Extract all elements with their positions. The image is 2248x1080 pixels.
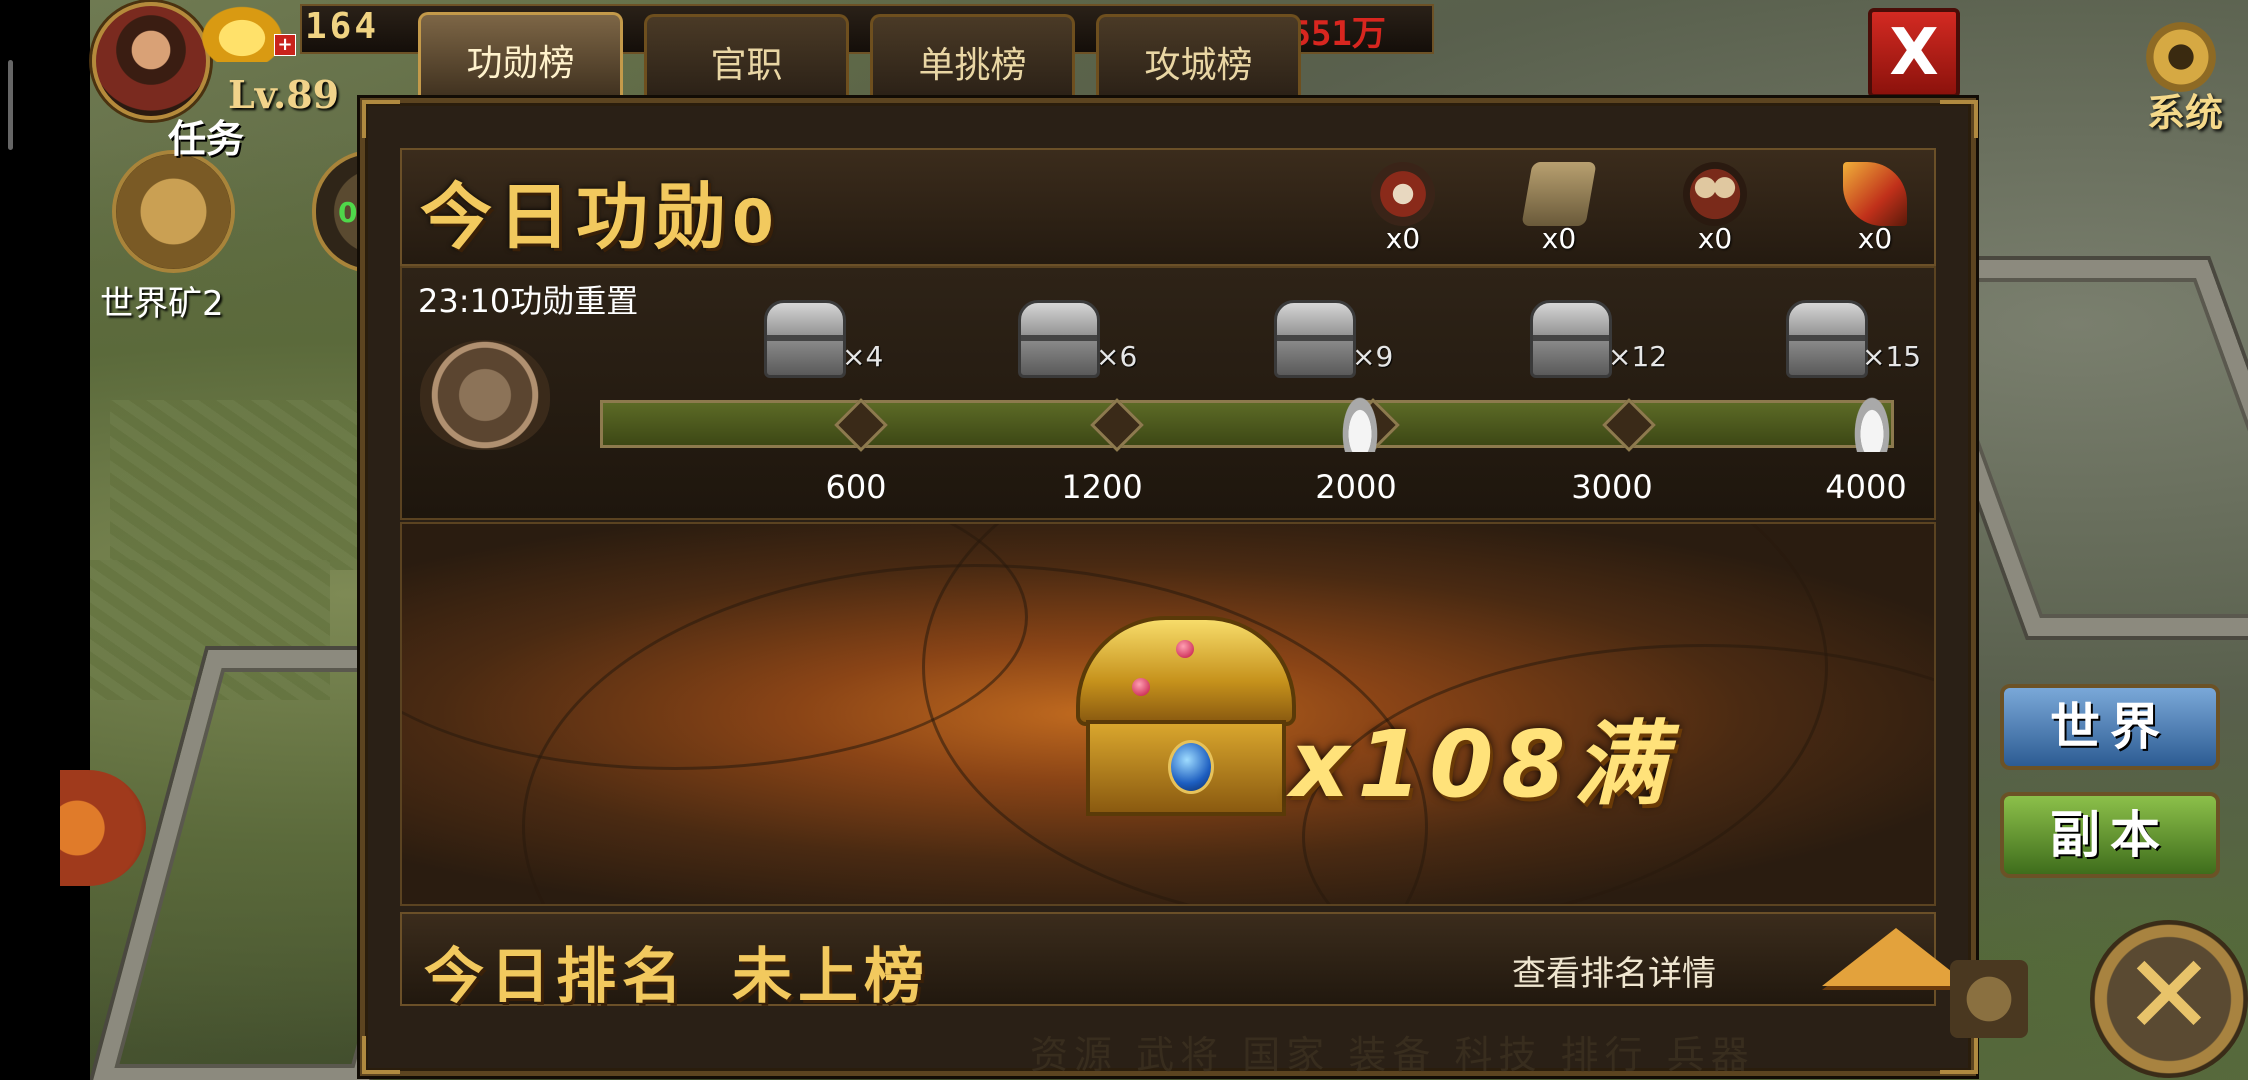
quest-label: 任务 <box>168 116 245 161</box>
system-button[interactable]: 系统 <box>2130 14 2230 135</box>
merit-title: 今日功勋 <box>420 175 733 259</box>
page-title: 今日功勋0 <box>420 158 780 263</box>
menu-equipment[interactable]: 装备 <box>1348 1033 1436 1077</box>
milestone-threshold: 2000 <box>1315 468 1397 506</box>
ruby-gem <box>1176 640 1194 658</box>
menu-ranking[interactable]: 排行 <box>1561 1033 1649 1077</box>
tab-merit-ranking[interactable]: 功勋榜 <box>418 12 623 102</box>
chest-multiplier: ×9 <box>1352 340 1394 373</box>
close-button[interactable]: X <box>1868 8 1960 98</box>
milestone-threshold: 4000 <box>1825 468 1907 506</box>
tab-duel-ranking[interactable]: 单挑榜 <box>870 14 1075 100</box>
rank-label: 今日排名 <box>424 942 688 1012</box>
silver-chest-icon[interactable] <box>1018 300 1100 378</box>
stat-count: x0 <box>1541 222 1577 255</box>
tab-official-rank[interactable]: 官职 <box>644 14 849 100</box>
view-rank-details-link[interactable]: 查看排名详情 <box>1512 946 1716 995</box>
location-label: 世界矿2 <box>100 284 224 324</box>
city-fort-icon <box>1521 162 1597 226</box>
dungeon-button[interactable]: 副本 <box>2000 792 2220 878</box>
expand-arrow-icon[interactable] <box>1822 928 1970 986</box>
system-label: 系统 <box>2146 90 2223 135</box>
silver-chest-icon[interactable] <box>1530 300 1612 378</box>
system-status-bar <box>0 0 90 1080</box>
progress-segment <box>1368 400 1628 448</box>
stat-warrior: x0 <box>1358 162 1448 255</box>
merit-medal-icon <box>420 340 550 450</box>
silver-chest-icon[interactable] <box>1274 300 1356 378</box>
stat-city: x0 <box>1514 162 1604 255</box>
reward-count: x108满 <box>1290 711 1674 818</box>
chest-multiplier: ×12 <box>1608 340 1668 373</box>
status-pill <box>8 60 13 150</box>
player-avatar[interactable] <box>92 2 210 120</box>
player-level: Lv.89 <box>228 72 340 117</box>
silver-pot-icon <box>1852 392 1892 452</box>
reset-timer: 23:10功勋重置 <box>418 282 639 320</box>
farm-field <box>110 400 370 570</box>
close-menu-button[interactable]: ✕ <box>2090 920 2248 1078</box>
menu-resources[interactable]: 资源 <box>1030 1033 1118 1077</box>
menu-nation[interactable]: 国家 <box>1242 1033 1330 1077</box>
war-flag-icon <box>1843 162 1907 226</box>
add-gold-button[interactable]: + <box>274 34 296 56</box>
panel-corner-ornament <box>362 1036 400 1074</box>
panel-corner-ornament <box>1940 1036 1978 1074</box>
stat-soldiers: x0 <box>1670 162 1760 255</box>
silver-chest-icon[interactable] <box>764 300 846 378</box>
stat-count: x0 <box>1697 222 1733 255</box>
soldiers-icon <box>1683 162 1747 226</box>
stat-count: x0 <box>1385 222 1421 255</box>
milestone-threshold: 600 <box>825 468 887 506</box>
rank-value: 未上榜 <box>732 942 930 1012</box>
chest-multiplier: ×6 <box>1096 340 1138 373</box>
lion-emblem-icon <box>1950 960 2028 1038</box>
chest-multiplier: ×4 <box>842 340 884 373</box>
merit-value: 0 <box>732 187 780 257</box>
chest-multiplier: ×15 <box>1862 340 1922 373</box>
sapphire-gem <box>1168 740 1214 794</box>
stat-count: x0 <box>1857 222 1893 255</box>
progress-segment <box>856 400 1116 448</box>
menu-generals[interactable]: 武将 <box>1136 1033 1224 1077</box>
gold-chest-icon[interactable] <box>1076 616 1296 816</box>
progress-segment <box>1112 400 1372 448</box>
milestone-threshold: 1200 <box>1061 468 1143 506</box>
menu-tech[interactable]: 科技 <box>1454 1033 1542 1077</box>
ruby-gem <box>1132 678 1150 696</box>
quest-button[interactable] <box>112 150 235 273</box>
stat-flag: x0 <box>1830 162 1920 255</box>
bottom-menu: 资源 武将 国家 装备 科技 排行 兵器 <box>1030 1024 1755 1079</box>
menu-weapons[interactable]: 兵器 <box>1667 1033 1755 1077</box>
world-chat-button[interactable]: 世界 <box>2000 684 2220 770</box>
milestone-threshold: 3000 <box>1571 468 1653 506</box>
chest-lid <box>1076 616 1296 726</box>
warrior-helmet-icon <box>1371 162 1435 226</box>
gold-amount: 164 <box>305 6 380 47</box>
panel-corner-ornament <box>1940 100 1978 138</box>
panel-corner-ornament <box>362 100 400 138</box>
silver-chest-icon[interactable] <box>1786 300 1868 378</box>
silver-pot-icon <box>1340 392 1380 452</box>
progress-segment <box>600 400 860 448</box>
tab-siege-ranking[interactable]: 攻城榜 <box>1096 14 1301 100</box>
